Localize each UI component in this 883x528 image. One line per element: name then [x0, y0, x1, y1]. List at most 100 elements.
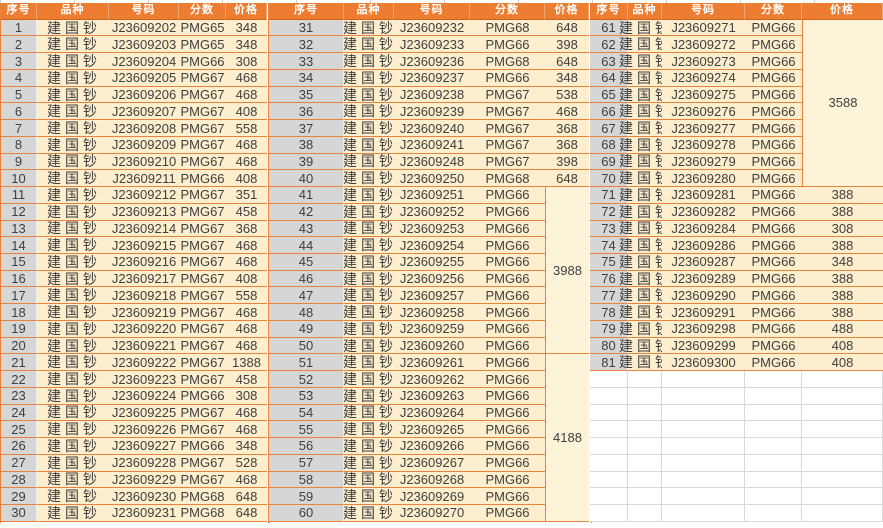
- cell-empty[interactable]: [745, 488, 802, 505]
- cell-grade[interactable]: PMG65: [179, 36, 226, 53]
- cell-number[interactable]: J23609299: [662, 338, 745, 355]
- cell-serial[interactable]: 28: [1, 472, 37, 489]
- cell-grade[interactable]: PMG66: [745, 338, 802, 355]
- cell-serial[interactable]: 58: [269, 472, 344, 489]
- cell-merged-price[interactable]: 3988: [545, 187, 589, 354]
- cell-grade[interactable]: PMG67: [179, 455, 226, 472]
- cell-price[interactable]: 488: [802, 321, 883, 338]
- cell-brand[interactable]: 建国钞: [344, 287, 394, 304]
- cell-empty[interactable]: [590, 505, 628, 522]
- cell-price[interactable]: 558: [226, 287, 267, 304]
- cell-brand[interactable]: 建国钞: [37, 271, 109, 288]
- cell-serial[interactable]: 8: [1, 137, 37, 154]
- cell-serial[interactable]: 59: [269, 488, 344, 505]
- cell-brand[interactable]: 建国钞: [344, 254, 394, 271]
- cell-brand[interactable]: 建国钞: [37, 204, 109, 221]
- cell-serial[interactable]: 51: [269, 354, 344, 371]
- cell-number[interactable]: J23609276: [662, 103, 745, 120]
- cell-brand[interactable]: 建国钞: [344, 204, 394, 221]
- cell-serial[interactable]: 22: [1, 371, 37, 388]
- cell-number[interactable]: J23609287: [662, 254, 745, 271]
- cell-price[interactable]: 468: [226, 321, 267, 338]
- cell-number[interactable]: J23609278: [662, 137, 745, 154]
- cell-merged-price[interactable]: 3588: [802, 20, 883, 187]
- cell-number[interactable]: J23609253: [394, 221, 470, 238]
- cell-grade[interactable]: PMG67: [179, 137, 226, 154]
- cell-grade[interactable]: PMG67: [179, 271, 226, 288]
- cell-serial[interactable]: 35: [269, 87, 344, 104]
- cell-grade[interactable]: PMG66: [745, 137, 802, 154]
- cell-grade[interactable]: PMG67: [470, 103, 545, 120]
- cell-price[interactable]: 348: [545, 70, 589, 87]
- cell-number[interactable]: J23609240: [394, 120, 470, 137]
- cell-number[interactable]: J23609213: [109, 204, 179, 221]
- cell-number[interactable]: J23609202: [109, 20, 179, 37]
- cell-serial[interactable]: 50: [269, 338, 344, 355]
- cell-brand[interactable]: 建国钞: [344, 488, 394, 505]
- cell-serial[interactable]: 53: [269, 388, 344, 405]
- cell-empty[interactable]: [662, 488, 745, 505]
- cell-serial[interactable]: 10: [1, 170, 37, 187]
- cell-serial[interactable]: 44: [269, 237, 344, 254]
- cell-price[interactable]: 408: [226, 170, 267, 187]
- cell-empty[interactable]: [628, 455, 662, 472]
- cell-brand[interactable]: 建国钞: [344, 354, 394, 371]
- cell-serial[interactable]: 39: [269, 154, 344, 171]
- cell-number[interactable]: J23609239: [394, 103, 470, 120]
- cell-price[interactable]: 388: [802, 187, 883, 204]
- cell-empty[interactable]: [802, 505, 883, 522]
- cell-brand[interactable]: 建国钞: [37, 70, 109, 87]
- cell-price[interactable]: 528: [226, 455, 267, 472]
- cell-grade[interactable]: PMG66: [470, 455, 545, 472]
- cell-price[interactable]: 351: [226, 187, 267, 204]
- cell-price[interactable]: 458: [226, 204, 267, 221]
- cell-brand[interactable]: 建国钞: [37, 221, 109, 238]
- cell-grade[interactable]: PMG66: [745, 87, 802, 104]
- cell-price[interactable]: 408: [226, 103, 267, 120]
- cell-grade[interactable]: PMG67: [470, 87, 545, 104]
- cell-empty[interactable]: [628, 472, 662, 489]
- cell-number[interactable]: J23609225: [109, 405, 179, 422]
- cell-serial[interactable]: 5: [1, 87, 37, 104]
- cell-serial[interactable]: 11: [1, 187, 37, 204]
- cell-number[interactable]: J23609229: [109, 472, 179, 489]
- cell-number[interactable]: J23609277: [662, 120, 745, 137]
- cell-price[interactable]: 468: [226, 405, 267, 422]
- cell-brand[interactable]: 建国钞: [628, 321, 662, 338]
- cell-grade[interactable]: PMG66: [470, 472, 545, 489]
- cell-price[interactable]: 468: [226, 87, 267, 104]
- cell-number[interactable]: J23609260: [394, 338, 470, 355]
- cell-brand[interactable]: 建国钞: [37, 438, 109, 455]
- cell-empty[interactable]: [745, 371, 802, 388]
- cell-serial[interactable]: 1: [1, 20, 37, 37]
- cell-empty[interactable]: [590, 405, 628, 422]
- cell-serial[interactable]: 3: [1, 53, 37, 70]
- cell-serial[interactable]: 52: [269, 371, 344, 388]
- cell-number[interactable]: J23609221: [109, 338, 179, 355]
- cell-serial[interactable]: 27: [1, 455, 37, 472]
- cell-price[interactable]: 388: [802, 271, 883, 288]
- cell-grade[interactable]: PMG66: [179, 170, 226, 187]
- cell-grade[interactable]: PMG67: [179, 70, 226, 87]
- cell-brand[interactable]: 建国钞: [37, 36, 109, 53]
- cell-grade[interactable]: PMG66: [745, 254, 802, 271]
- cell-number[interactable]: J23609250: [394, 170, 470, 187]
- cell-grade[interactable]: PMG67: [179, 421, 226, 438]
- cell-brand[interactable]: 建国钞: [344, 438, 394, 455]
- cell-grade[interactable]: PMG67: [179, 120, 226, 137]
- cell-price[interactable]: 398: [545, 36, 589, 53]
- cell-number[interactable]: J23609259: [394, 321, 470, 338]
- cell-serial[interactable]: 38: [269, 137, 344, 154]
- cell-brand[interactable]: 建国钞: [628, 170, 662, 187]
- cell-brand[interactable]: 建国钞: [37, 103, 109, 120]
- cell-serial[interactable]: 55: [269, 421, 344, 438]
- cell-grade[interactable]: PMG67: [179, 321, 226, 338]
- cell-grade[interactable]: PMG66: [470, 388, 545, 405]
- cell-number[interactable]: J23609254: [394, 237, 470, 254]
- cell-empty[interactable]: [628, 505, 662, 522]
- cell-serial[interactable]: 42: [269, 204, 344, 221]
- cell-empty[interactable]: [745, 388, 802, 405]
- cell-serial[interactable]: 6: [1, 103, 37, 120]
- cell-brand[interactable]: 建国钞: [628, 36, 662, 53]
- cell-grade[interactable]: PMG66: [745, 287, 802, 304]
